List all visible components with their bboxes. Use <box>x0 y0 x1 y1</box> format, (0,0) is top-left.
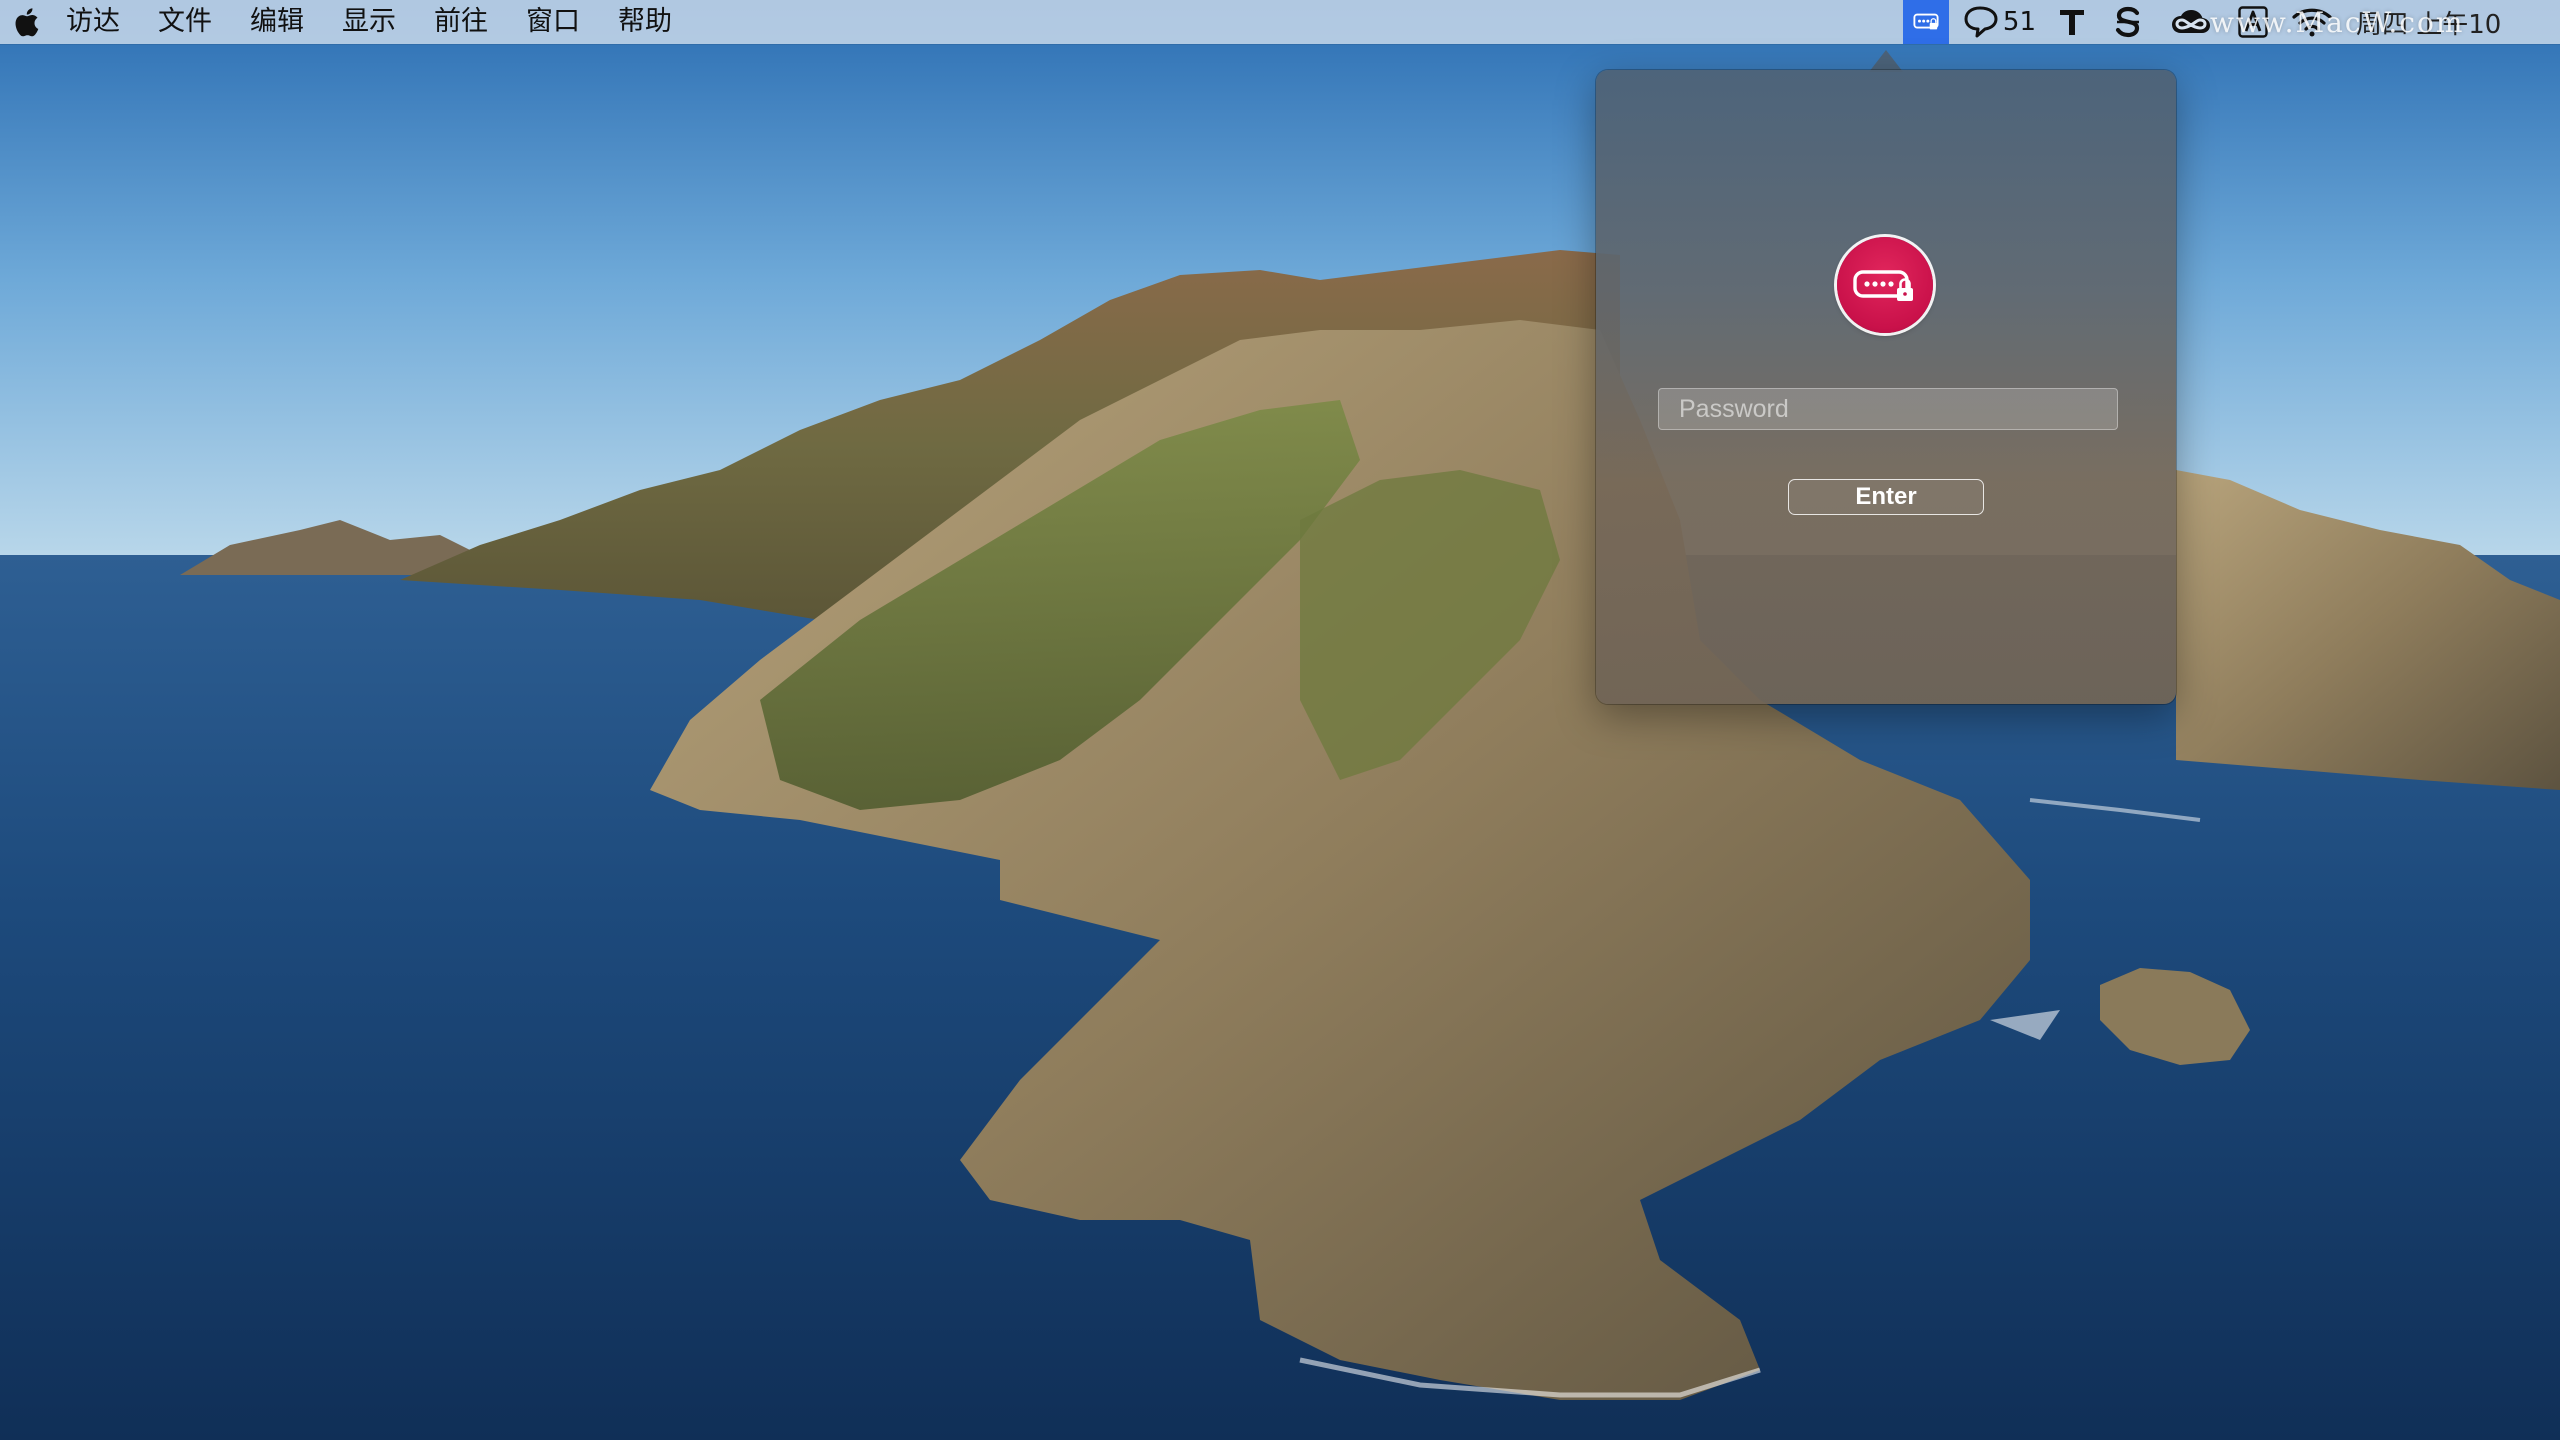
creative-cloud-icon <box>2172 10 2210 33</box>
wallpaper <box>0 0 2560 1440</box>
clock-text: 周四 上午10 <box>2356 9 2502 40</box>
menu-bar: 访达 文件 编辑 显示 前往 窗口 帮助 51 周四 上午10 www.MacW… <box>0 0 2560 44</box>
password-popover: Enter <box>1596 70 2176 704</box>
password-input[interactable] <box>1658 388 2118 430</box>
clock-status-item[interactable]: 周四 上午10 <box>2344 0 2560 44</box>
desktop: 访达 文件 编辑 显示 前往 窗口 帮助 51 周四 上午10 www.MacW… <box>0 0 2560 1440</box>
enter-button[interactable]: Enter <box>1788 479 1984 515</box>
menu-go[interactable]: 前往 <box>434 0 488 44</box>
scrivener-status-item[interactable] <box>2100 0 2156 44</box>
popover-arrow <box>1869 50 1903 72</box>
wifi-status-item[interactable] <box>2280 0 2344 44</box>
apple-logo-icon[interactable] <box>12 6 40 38</box>
chat-count: 51 <box>2002 7 2036 37</box>
password-lock-icon <box>1837 237 1933 333</box>
wifi-icon <box>2292 8 2332 37</box>
status-menus: 51 周四 上午10 <box>1902 0 2560 44</box>
menu-help[interactable]: 帮助 <box>618 0 672 44</box>
t-letter-icon <box>2060 10 2084 35</box>
creative-cloud-status-item[interactable] <box>2156 0 2226 44</box>
menu-file[interactable]: 文件 <box>158 0 212 44</box>
password-manager-icon <box>1913 13 1939 30</box>
chat-bubble-icon <box>1964 6 1998 38</box>
password-manager-status-item[interactable] <box>1902 0 1949 44</box>
menu-window[interactable]: 窗口 <box>526 0 580 44</box>
chat-status-item[interactable]: 51 <box>1949 0 2044 44</box>
input-source-status-item[interactable] <box>2226 0 2280 44</box>
typora-status-item[interactable] <box>2044 0 2100 44</box>
menu-edit[interactable]: 编辑 <box>250 0 304 44</box>
menu-finder[interactable]: 访达 <box>66 0 120 44</box>
a-letter-icon <box>2238 6 2268 38</box>
s-letter-icon <box>2115 6 2140 38</box>
menu-view[interactable]: 显示 <box>342 0 396 44</box>
